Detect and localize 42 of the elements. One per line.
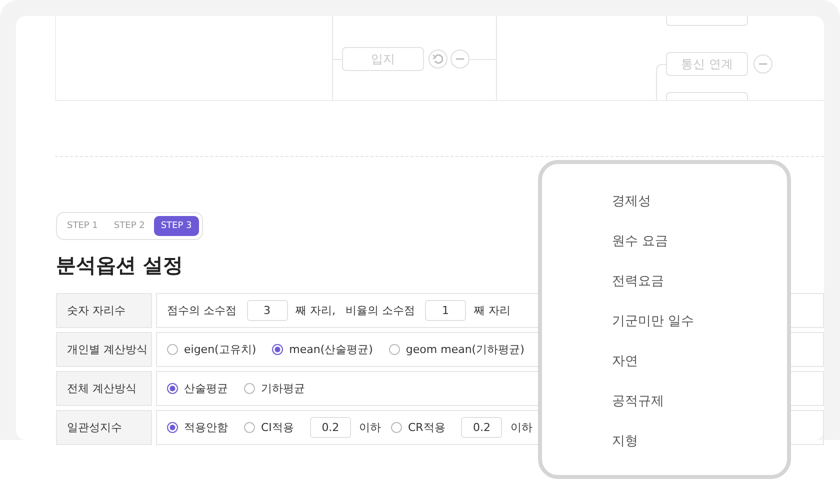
- number-field[interactable]: 3: [246, 300, 288, 321]
- row-label: 일관성지수: [56, 410, 152, 445]
- option-text: 이하: [358, 420, 381, 435]
- number-field[interactable]: 0.2: [310, 417, 351, 438]
- radio-button[interactable]: [244, 422, 255, 433]
- radio-label: geom mean(기하평균): [406, 342, 524, 357]
- menu-item[interactable]: 기군미만 일수: [612, 312, 787, 352]
- number-field[interactable]: 0.2: [461, 417, 502, 438]
- radio-label: CI적용: [261, 420, 294, 435]
- menu-item[interactable]: 지형: [612, 432, 787, 472]
- radio-button[interactable]: [167, 422, 178, 433]
- radio-label: 산술평균: [184, 381, 228, 396]
- radio-button[interactable]: [388, 344, 400, 355]
- radio-button[interactable]: [390, 422, 402, 433]
- section-title: 분석옵션 설정: [56, 252, 184, 279]
- minus-icon[interactable]: [450, 49, 470, 69]
- radio-label: eigen(고유치): [184, 342, 256, 357]
- option-text: 점수의 소수점: [167, 303, 236, 318]
- row-label: 전체 계산방식: [56, 371, 152, 406]
- number-field[interactable]: 1: [425, 300, 466, 321]
- row-label: 숫자 자리수: [56, 293, 152, 328]
- radio-label: 기하평균: [261, 381, 305, 396]
- option-text: 이하: [510, 420, 532, 435]
- radio-button[interactable]: [167, 383, 178, 394]
- radio-label: 적용안함: [184, 420, 228, 435]
- radio-button[interactable]: [272, 344, 284, 355]
- minus-icon[interactable]: [753, 54, 773, 74]
- radio-button[interactable]: [244, 383, 255, 394]
- option-text: 째 자리: [474, 303, 510, 318]
- menu-item[interactable]: 자연: [612, 352, 787, 392]
- menu-item[interactable]: 전력요금: [612, 272, 787, 312]
- radio-button[interactable]: [167, 344, 178, 355]
- menu-item[interactable]: 경제성: [612, 192, 787, 232]
- step-tab[interactable]: STEP 3: [154, 216, 199, 236]
- menu-item[interactable]: 원수 요금: [612, 232, 787, 272]
- menu-item[interactable]: 공적규제: [612, 392, 787, 432]
- row-label: 개인별 계산방식: [56, 332, 152, 367]
- option-text: 비율의 소수점: [346, 303, 415, 318]
- radio-label: mean(산술평균): [289, 342, 373, 357]
- option-text: 째 자리,: [296, 303, 336, 318]
- radio-label: CR적용: [408, 420, 446, 435]
- undo-icon[interactable]: [428, 49, 448, 69]
